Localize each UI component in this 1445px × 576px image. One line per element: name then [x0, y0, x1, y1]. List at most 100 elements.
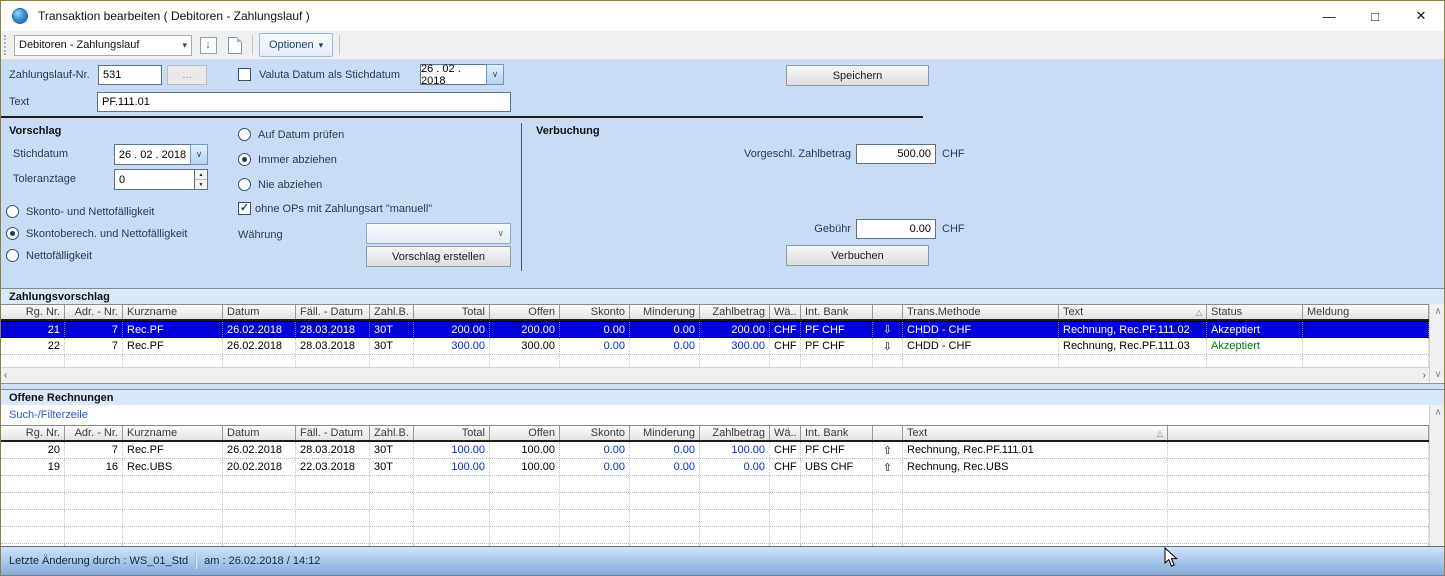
table-cell: 300.00	[490, 338, 560, 354]
radio-button-icon[interactable]	[238, 128, 251, 141]
radio-option-immer-abziehen[interactable]: Immer abziehen	[238, 153, 344, 166]
radio-option-skonto-und-nettofaelligkeit[interactable]: Skonto- und Nettofälligkeit	[6, 205, 187, 218]
column-header[interactable]: Minderung	[630, 426, 700, 440]
column-header[interactable]: Kurzname	[123, 426, 223, 440]
scroll-up-icon[interactable]: ∧	[1430, 408, 1445, 418]
horizontal-scrollbar[interactable]: ‹ ›	[1, 367, 1429, 383]
radio-button-icon[interactable]	[6, 227, 19, 240]
minimize-button[interactable]: —	[1306, 1, 1352, 31]
vorschlag-erstellen-button[interactable]: Vorschlag erstellen	[366, 246, 511, 267]
spinner-buttons[interactable]: ▲ ▼	[194, 169, 208, 190]
radio-option-auf-datum-pruefen[interactable]: Auf Datum prüfen	[238, 128, 344, 141]
scroll-up-icon[interactable]: ∧	[1430, 307, 1445, 317]
column-header[interactable]: Kurzname	[123, 305, 223, 319]
column-header[interactable]: Datum	[223, 305, 296, 319]
column-header[interactable]: Total	[414, 426, 490, 440]
ohne-ops-checkbox[interactable]: ✓	[238, 202, 251, 215]
column-header[interactable]: Offen	[490, 426, 560, 440]
radio-label: Skontoberech. und Nettofälligkeit	[26, 228, 187, 240]
date-dropdown-icon[interactable]: ∨	[190, 144, 208, 165]
new-document-button[interactable]	[224, 34, 246, 56]
column-header[interactable]: Zahl.B..	[370, 305, 414, 319]
date-dropdown-icon[interactable]: ∨	[486, 64, 504, 85]
column-header[interactable]: Rg. Nr.	[1, 426, 65, 440]
column-header[interactable]: Rg. Nr.	[1, 305, 65, 319]
table-cell	[1303, 338, 1429, 354]
table-row[interactable]: 1916Rec.UBS20.02.201822.03.201830T100.00…	[1, 459, 1429, 476]
column-header[interactable]: Wä...	[770, 426, 801, 440]
column-header[interactable]: Fäll. - Datum	[296, 426, 370, 440]
table-row[interactable]: 217Rec.PF26.02.201828.03.201830T200.0020…	[1, 321, 1429, 338]
column-header[interactable]: Fäll. - Datum	[296, 305, 370, 319]
scroll-right-icon[interactable]: ›	[1423, 371, 1426, 381]
table-cell	[490, 476, 560, 492]
column-header[interactable]: Trans.Methode	[903, 305, 1059, 319]
table-cell: 26.02.2018	[223, 442, 296, 458]
status-separator	[195, 553, 197, 569]
zahlbetrag-field[interactable]: 500.00	[856, 144, 936, 164]
column-header[interactable]: Status	[1207, 305, 1303, 319]
radio-button-icon[interactable]	[6, 249, 19, 262]
column-header[interactable]: Zahlbetrag	[700, 305, 770, 319]
spin-down-icon[interactable]: ▼	[195, 180, 207, 189]
column-header[interactable]: Minderung	[630, 305, 700, 319]
column-header[interactable]: Skonto	[560, 426, 630, 440]
column-header[interactable]: Offen	[490, 305, 560, 319]
column-header[interactable]: Adr. - Nr.	[65, 426, 123, 440]
text-field[interactable]: PF.111.01	[97, 92, 511, 112]
column-header[interactable]: Zahl.B..	[370, 426, 414, 440]
table-cell	[123, 510, 223, 526]
column-header[interactable]: Text△	[903, 426, 1168, 440]
gebuehr-field[interactable]: 0.00	[856, 219, 936, 239]
toleranztage-stepper[interactable]: 0 ▲ ▼	[114, 169, 208, 190]
valuta-checkbox[interactable]	[238, 68, 251, 81]
chevron-down-icon: ▾	[182, 40, 187, 51]
table-cell	[123, 476, 223, 492]
column-header[interactable]: Text△	[1059, 305, 1207, 319]
options-button[interactable]: Optionen ▾	[259, 33, 333, 57]
import-button[interactable]: ↓	[197, 34, 219, 56]
table-cell	[700, 355, 770, 367]
column-header[interactable]: Zahlbetrag	[700, 426, 770, 440]
column-header[interactable]: Int. Bank	[801, 305, 873, 319]
column-header[interactable]: Wä...	[770, 305, 801, 319]
search-filter-row[interactable]: Such-/Filterzeile	[1, 405, 1429, 425]
zahlungslauf-nr-field[interactable]: 531	[98, 65, 162, 85]
column-header[interactable]: Int. Bank	[801, 426, 873, 440]
column-header[interactable]: Adr. - Nr.	[65, 305, 123, 319]
verbuchen-button[interactable]: Verbuchen	[786, 245, 929, 266]
radio-button-icon[interactable]	[238, 153, 251, 166]
table-cell	[223, 527, 296, 543]
valuta-date-field[interactable]: 26 . 02 . 2018 ∨	[420, 64, 504, 85]
radio-option-skontoberech-und-nettofaelligkeit[interactable]: Skontoberech. und Nettofälligkeit	[6, 227, 187, 240]
column-header[interactable]: Meldung	[1303, 305, 1429, 319]
toolbar-grip-icon[interactable]	[4, 35, 10, 55]
browse-button[interactable]: ...	[167, 65, 207, 85]
column-header[interactable]	[873, 305, 903, 319]
scroll-down-icon[interactable]: ∨	[1430, 370, 1445, 380]
scroll-left-icon[interactable]: ‹	[4, 371, 7, 381]
radio-button-icon[interactable]	[238, 178, 251, 191]
table-cell: 7	[65, 322, 123, 337]
close-button[interactable]: ✕	[1398, 1, 1444, 31]
column-header[interactable]: Datum	[223, 426, 296, 440]
radio-button-icon[interactable]	[6, 205, 19, 218]
radio-option-nie-abziehen[interactable]: Nie abziehen	[238, 178, 344, 191]
column-header[interactable]	[1168, 426, 1429, 440]
table-row[interactable]: 207Rec.PF26.02.201828.03.201830T100.0010…	[1, 442, 1429, 459]
stichdatum-field[interactable]: 26 . 02 . 2018 ∨	[114, 144, 208, 165]
radio-option-nettofaelligkeit[interactable]: Nettofälligkeit	[6, 249, 187, 262]
waehrung-select[interactable]: ∨	[366, 223, 511, 244]
table-cell: 21	[1, 322, 65, 337]
search-filter-link[interactable]: Such-/Filterzeile	[9, 409, 88, 421]
save-button[interactable]: Speichern	[786, 65, 929, 86]
maximize-button[interactable]: □	[1352, 1, 1398, 31]
column-header[interactable]: Skonto	[560, 305, 630, 319]
table-row[interactable]: 227Rec.PF26.02.201828.03.201830T300.0030…	[1, 338, 1429, 355]
vertical-scrollbar[interactable]: ∧ ∨	[1429, 304, 1445, 383]
vertical-scrollbar[interactable]: ∧	[1429, 405, 1445, 547]
column-header[interactable]	[873, 426, 903, 440]
column-header[interactable]: Total	[414, 305, 490, 319]
transaction-type-combo[interactable]: Debitoren - Zahlungslauf ▾	[14, 35, 192, 56]
spin-up-icon[interactable]: ▲	[195, 170, 207, 180]
